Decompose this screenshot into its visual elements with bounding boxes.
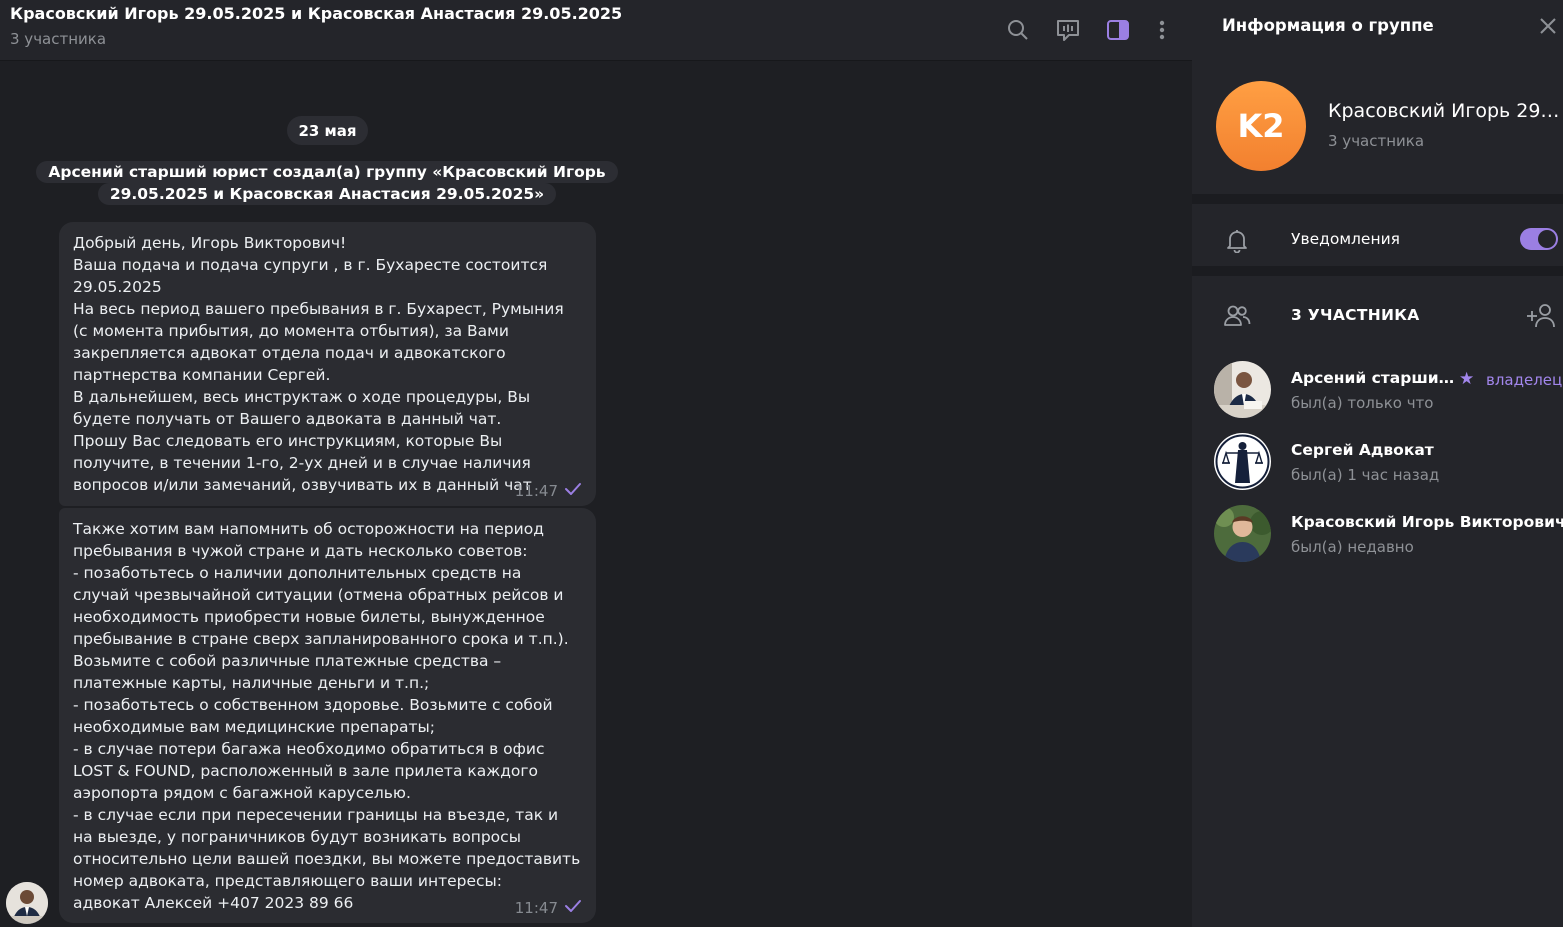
date-separator: 23 мая [287, 116, 368, 145]
man-photo-avatar [1214, 505, 1271, 562]
service-message-text: Арсений старший юрист создал(а) группу «… [36, 161, 618, 205]
notifications-toggle[interactable] [1520, 228, 1558, 250]
sender-avatar[interactable] [6, 882, 48, 924]
owner-badge: владелец [1486, 371, 1563, 389]
close-icon[interactable] [1536, 14, 1560, 38]
message-text: Также хотим вам напомнить об осторожност… [73, 520, 581, 912]
chat-member-count: 3 участника [10, 30, 107, 48]
businessman-avatar [1214, 361, 1271, 418]
message-time: 11:47 [514, 482, 558, 500]
section-divider [1192, 194, 1563, 204]
group-avatar[interactable]: K2 [1216, 81, 1306, 171]
group-info-panel: Информация о группе K2 Красовский Игорь … [1192, 0, 1563, 927]
section-divider [1192, 266, 1563, 276]
more-vert-icon[interactable] [1144, 12, 1180, 48]
telegram-window: Красовский Игорь 29.05.2025 и Красовская… [0, 0, 1563, 927]
panel-title: Информация о группе [1222, 16, 1434, 35]
message-meta: 11:47 [515, 897, 582, 919]
member-item[interactable]: Красовский Игорь Викторович был(а) недав… [1192, 505, 1563, 571]
member-status: был(а) 1 час назад [1291, 466, 1440, 484]
member-name: Арсений старший юрист [1291, 369, 1456, 387]
toggle-knob [1538, 230, 1556, 248]
notifications-label: Уведомления [1291, 230, 1400, 248]
message-bubble[interactable]: Также хотим вам напомнить об осторожност… [59, 508, 596, 923]
members-icon [1221, 300, 1253, 332]
member-item[interactable]: Арсений старший юрист ★ владелец был(а) … [1192, 361, 1563, 427]
chat-title[interactable]: Красовский Игорь 29.05.2025 и Красовская… [10, 4, 622, 23]
member-status: был(а) недавно [1291, 538, 1414, 556]
member-item[interactable]: Сергей Адвокат был(а) 1 час назад [1192, 433, 1563, 499]
side-panel-icon[interactable] [1100, 12, 1136, 48]
message-meta: 11:47 [515, 480, 582, 502]
group-member-count: 3 участника [1328, 132, 1425, 150]
read-check-icon [564, 897, 582, 919]
chat-header[interactable]: Красовский Игорь 29.05.2025 и Красовская… [0, 0, 1192, 61]
message-text: Добрый день, Игорь Викторович! Ваша пода… [73, 234, 564, 494]
add-member-icon[interactable] [1525, 300, 1557, 332]
group-name: Красовский Игорь 29.05.2025 и Красовская… [1328, 100, 1560, 122]
chat-area: Красовский Игорь 29.05.2025 и Красовская… [0, 0, 1192, 927]
service-message: Арсений старший юрист создал(а) группу «… [12, 161, 642, 205]
bell-icon [1221, 224, 1253, 256]
message-time: 11:47 [514, 899, 558, 917]
search-icon[interactable] [1000, 12, 1036, 48]
member-status: был(а) только что [1291, 394, 1434, 412]
read-check-icon [564, 480, 582, 502]
member-name: Сергей Адвокат [1291, 441, 1434, 459]
member-name: Красовский Игорь Викторович [1291, 513, 1563, 531]
message-bubble[interactable]: Добрый день, Игорь Викторович! Ваша пода… [59, 222, 596, 506]
members-heading: 3 УЧАСТНИКА [1291, 306, 1420, 324]
star-icon: ★ [1459, 369, 1475, 389]
live-chat-icon[interactable] [1050, 12, 1086, 48]
justice-logo-avatar [1214, 433, 1271, 490]
